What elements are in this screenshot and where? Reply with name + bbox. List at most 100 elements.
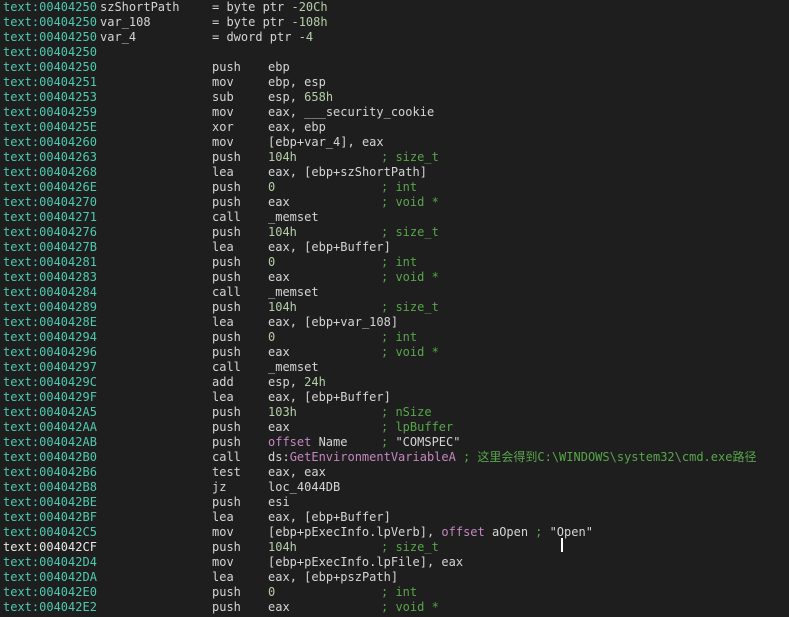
address: text:00404259 xyxy=(3,105,97,119)
operand: 0 xyxy=(268,255,276,269)
operand: ds:GetEnvironmentVariableA xyxy=(268,450,456,464)
operand: eax, [ebp+Buffer] xyxy=(268,240,391,254)
mnemonic: call xyxy=(212,285,241,299)
address: text:00404251 xyxy=(3,75,97,89)
operand: eax, [ebp+Buffer] xyxy=(268,510,391,524)
operand: 103h xyxy=(268,405,297,419)
mnemonic: push xyxy=(212,345,241,359)
address: text:0040429C xyxy=(3,375,97,389)
comment: ; size_t xyxy=(381,540,439,554)
comment: ; 这里会得到C:\WINDOWS\system32\cmd.exe路径 xyxy=(462,450,757,464)
mnemonic: push xyxy=(212,435,241,449)
variable-definition: = byte ptr -108h xyxy=(212,15,328,29)
address: text:004042CF xyxy=(3,540,97,554)
operand: ebp xyxy=(268,60,290,74)
address: text:0040427B xyxy=(3,240,97,254)
mnemonic: call xyxy=(212,360,241,374)
operand: eax xyxy=(268,195,290,209)
comment: ; size_t xyxy=(381,225,439,239)
address: text:004042BE xyxy=(3,495,97,509)
variable-name: szShortPath xyxy=(100,0,180,14)
address: text:00404260 xyxy=(3,135,97,149)
mnemonic: push xyxy=(212,60,241,74)
disassembly-view[interactable]: text:00404250 szShortPath = byte ptr -20Ch… xyxy=(0,0,789,617)
address: text:00404263 xyxy=(3,150,97,164)
address: text:004042AA xyxy=(3,420,97,434)
operand: eax, [ebp+Buffer] xyxy=(268,390,391,404)
mnemonic: lea xyxy=(212,390,234,404)
mnemonic: test xyxy=(212,465,241,479)
address: text:00404270 xyxy=(3,195,97,209)
mnemonic: push xyxy=(212,270,241,284)
mnemonic: mov xyxy=(212,555,234,569)
operand: eax xyxy=(268,345,290,359)
operand: eax, ___security_cookie xyxy=(268,105,435,119)
comment: ; nSize xyxy=(381,405,432,419)
address: text:0040425E xyxy=(3,120,97,134)
address: text:004042D4 xyxy=(3,555,97,569)
operand: eax xyxy=(268,600,290,614)
variable-name: var_108 xyxy=(100,15,151,29)
address: text:00404297 xyxy=(3,360,97,374)
variable-definition: = byte ptr -20Ch xyxy=(212,0,328,14)
address: text:00404271 xyxy=(3,210,97,224)
mnemonic: push xyxy=(212,195,241,209)
operand: 0 xyxy=(268,330,276,344)
comment: ; void * xyxy=(381,195,439,209)
operand: esp, 658h xyxy=(268,90,334,104)
mnemonic: xor xyxy=(212,120,234,134)
comment: ; size_t xyxy=(381,150,439,164)
operand: eax xyxy=(268,270,290,284)
operand: eax, ebp xyxy=(268,120,326,134)
operand: 0 xyxy=(268,180,276,194)
comment: ; void * xyxy=(381,345,439,359)
operand: 104h xyxy=(268,225,297,239)
address: text:00404289 xyxy=(3,300,97,314)
operand: [ebp+pExecInfo.lpFile], eax xyxy=(268,555,464,569)
address: text:004042B8 xyxy=(3,480,97,494)
operand: eax, [ebp+var_108] xyxy=(268,315,399,329)
operand: eax xyxy=(268,420,290,434)
operand: _memset xyxy=(268,285,319,299)
address: text:00404294 xyxy=(3,330,97,344)
address: text:004042B6 xyxy=(3,465,97,479)
address: text:00404276 xyxy=(3,225,97,239)
address: text:00404250 xyxy=(3,15,97,29)
mnemonic: push xyxy=(212,330,241,344)
mnemonic: push xyxy=(212,180,241,194)
mnemonic: add xyxy=(212,375,234,389)
operand: eax, eax xyxy=(268,465,326,479)
mnemonic: push xyxy=(212,600,241,614)
mnemonic: push xyxy=(212,405,241,419)
comment: ; int xyxy=(381,255,418,269)
comment: ; "COMSPEC" xyxy=(381,435,461,449)
mnemonic: call xyxy=(212,210,241,224)
address: text:004042A5 xyxy=(3,405,97,419)
comment: ; void * xyxy=(381,270,439,284)
operand: 104h xyxy=(268,300,297,314)
operand: eax, [ebp+pszPath] xyxy=(268,570,399,584)
mnemonic: mov xyxy=(212,525,234,539)
mnemonic: push xyxy=(212,495,241,509)
address: text:00404250 xyxy=(3,30,97,44)
operand: [ebp+pExecInfo.lpVerb], offset aOpen xyxy=(268,525,529,539)
address: text:0040429F xyxy=(3,390,97,404)
address: text:004042E0 xyxy=(3,585,97,599)
address: text:0040426E xyxy=(3,180,97,194)
mnemonic: lea xyxy=(212,510,234,524)
address: text:004042B0 xyxy=(3,450,97,464)
address: text:00404296 xyxy=(3,345,97,359)
mnemonic: push xyxy=(212,150,241,164)
operand: 104h xyxy=(268,150,297,164)
address: text:00404281 xyxy=(3,255,97,269)
mnemonic: push xyxy=(212,225,241,239)
mnemonic: lea xyxy=(212,240,234,254)
address: text:004042AB xyxy=(3,435,97,449)
variable-name: var_4 xyxy=(100,30,137,44)
operand: [ebp+var_4], eax xyxy=(268,135,384,149)
mnemonic: mov xyxy=(212,135,234,149)
comment: ; lpBuffer xyxy=(381,420,454,434)
mnemonic: push xyxy=(212,540,241,554)
mnemonic: push xyxy=(212,255,241,269)
mnemonic: sub xyxy=(212,90,234,104)
